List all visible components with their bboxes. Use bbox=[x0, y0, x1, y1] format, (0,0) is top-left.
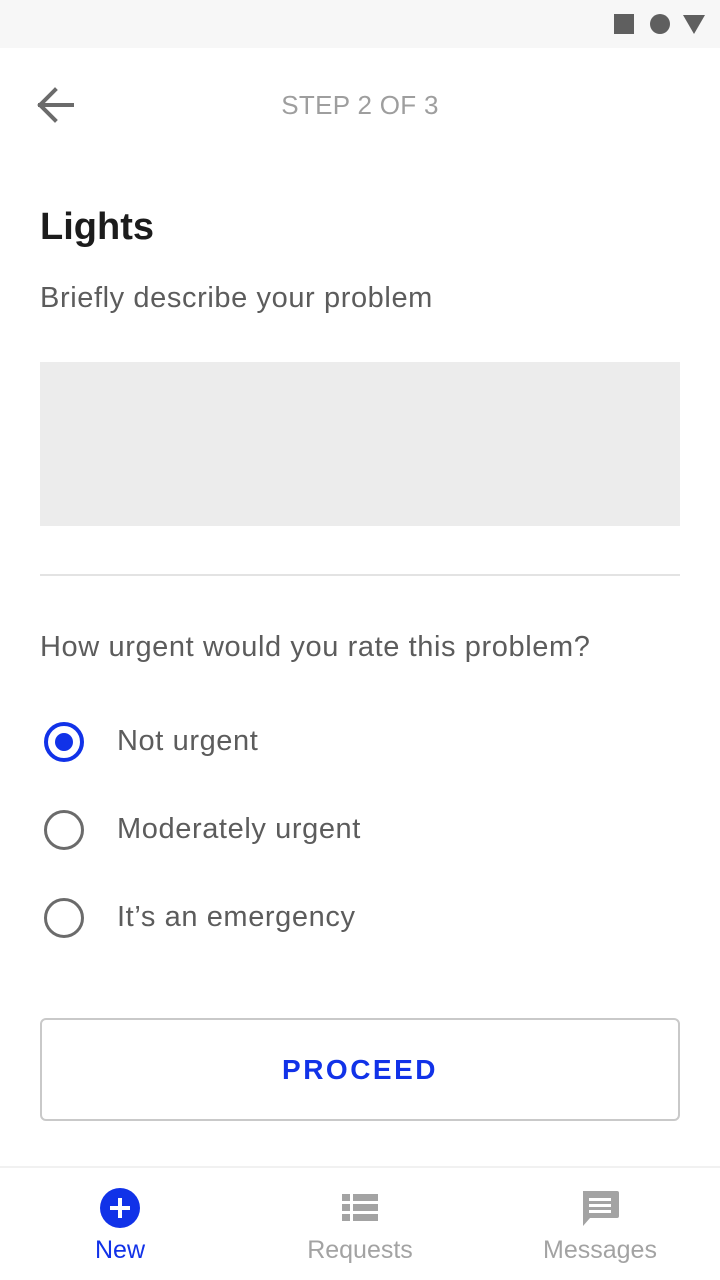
list-icon bbox=[340, 1188, 380, 1228]
radio-unchecked-icon[interactable] bbox=[44, 898, 84, 938]
problem-description-input[interactable] bbox=[40, 362, 680, 526]
urgency-question: How urgent would you rate this problem? bbox=[40, 631, 591, 663]
divider bbox=[40, 574, 680, 576]
radio-dot bbox=[55, 733, 73, 751]
recents-icon bbox=[614, 14, 634, 34]
proceed-button[interactable]: PROCEED bbox=[40, 1018, 680, 1121]
description-prompt: Briefly describe your problem bbox=[40, 282, 433, 314]
signal-icon bbox=[683, 15, 705, 34]
urgency-option-label: Moderately urgent bbox=[117, 813, 361, 845]
nav-label: Messages bbox=[543, 1236, 657, 1264]
urgency-option-moderately-urgent[interactable]: Moderately urgent bbox=[40, 800, 680, 860]
step-indicator: STEP 2 OF 3 bbox=[281, 90, 439, 120]
home-icon bbox=[650, 14, 670, 34]
radio-unchecked-icon[interactable] bbox=[44, 810, 84, 850]
message-icon bbox=[580, 1188, 620, 1228]
page-title: Lights bbox=[40, 206, 154, 248]
nav-item-new[interactable]: New bbox=[0, 1168, 240, 1280]
nav-item-requests[interactable]: Requests bbox=[240, 1168, 480, 1280]
radio-checked-icon[interactable] bbox=[44, 722, 84, 762]
add-circle-icon bbox=[100, 1188, 140, 1228]
urgency-option-not-urgent[interactable]: Not urgent bbox=[40, 712, 680, 772]
nav-label: Requests bbox=[307, 1236, 413, 1264]
urgency-option-label: It’s an emergency bbox=[117, 901, 356, 933]
urgency-option-emergency[interactable]: It’s an emergency bbox=[40, 888, 680, 948]
nav-label: New bbox=[94, 1236, 145, 1264]
bottom-navigation: New Requests Messages bbox=[0, 1166, 720, 1280]
nav-item-messages[interactable]: Messages bbox=[480, 1168, 720, 1280]
urgency-option-label: Not urgent bbox=[117, 725, 259, 757]
status-bar bbox=[0, 0, 720, 48]
